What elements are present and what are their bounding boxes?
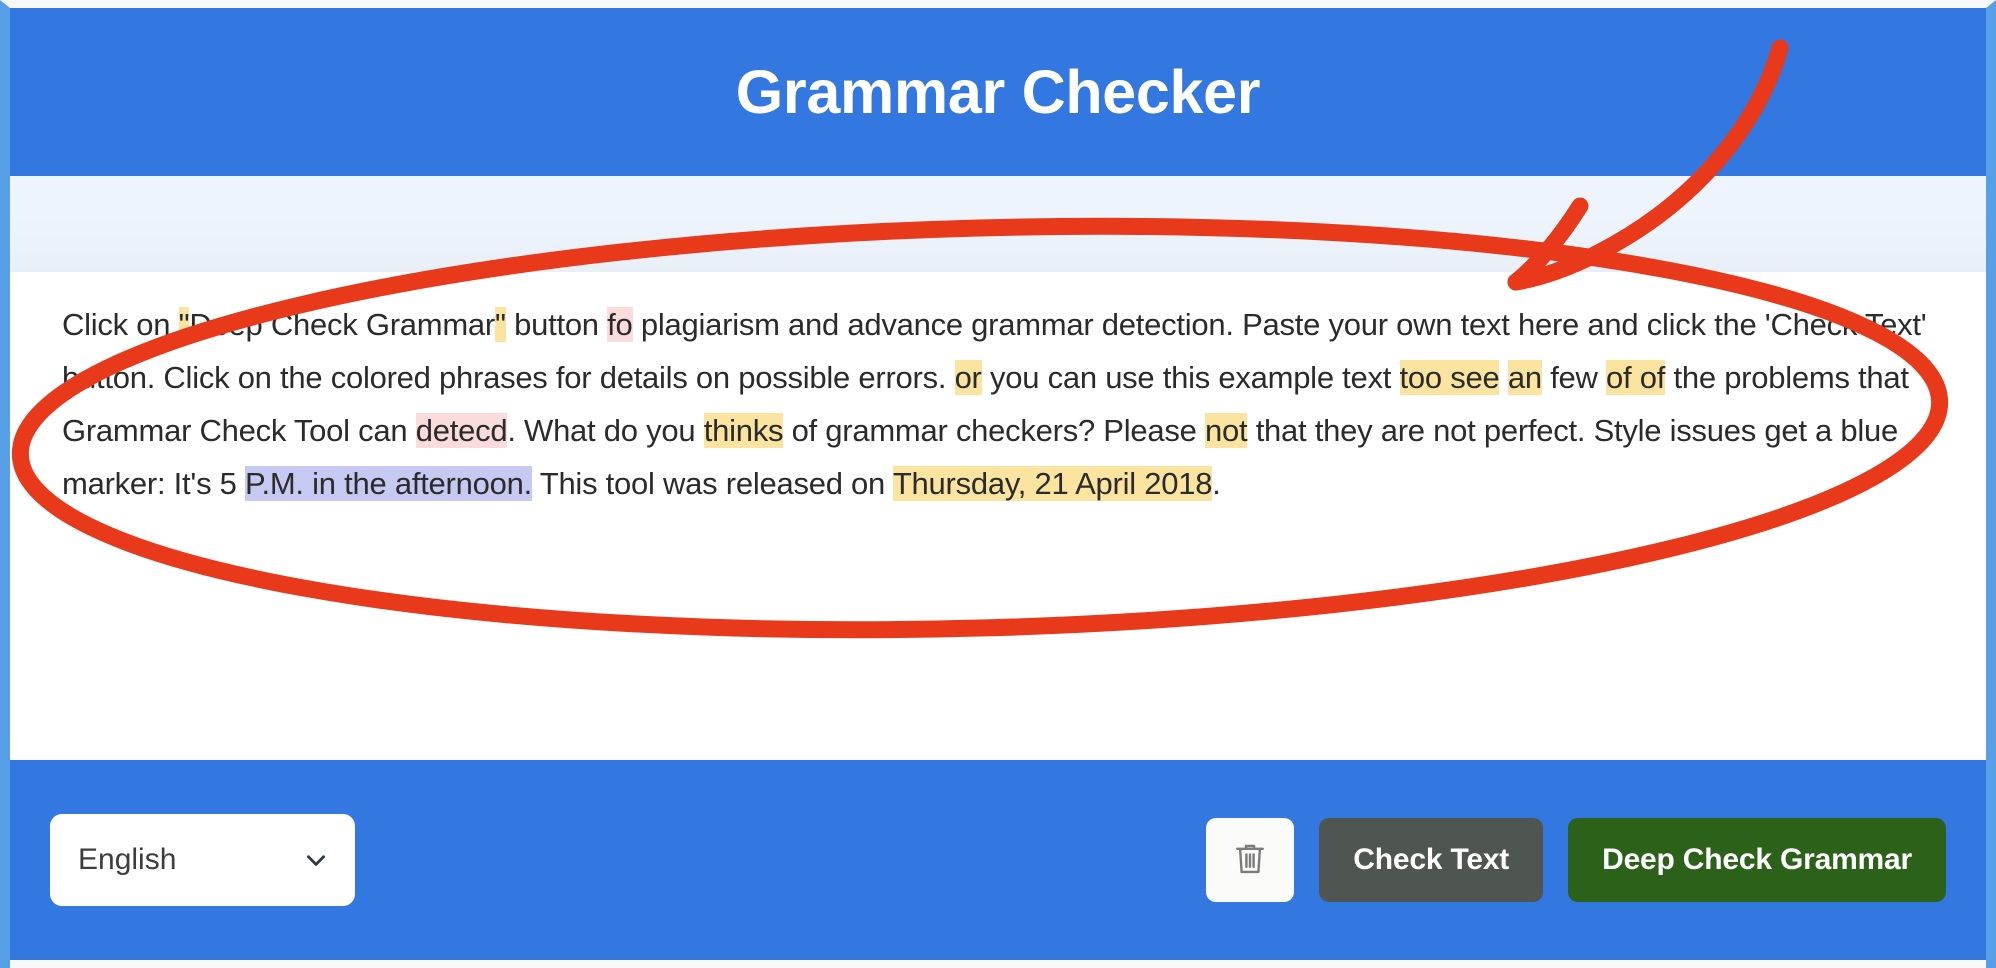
app-footer: English Check Text Deep Check Grammar <box>10 760 1986 960</box>
language-select-value: English <box>78 843 177 876</box>
grammar-checker-app: Grammar Checker Click on "Deep Check Gra… <box>0 0 1996 968</box>
chevron-down-icon <box>303 847 329 873</box>
editor-text-run: Click on <box>62 307 179 342</box>
editor-text-run: few <box>1541 360 1607 395</box>
editor-text-run: . <box>1212 466 1221 501</box>
editor-text-run: button <box>505 307 608 342</box>
editor-toolbar-strip <box>10 176 1986 272</box>
check-text-button[interactable]: Check Text <box>1319 818 1544 902</box>
highlighted-phrase[interactable]: P.M. in the afternoon. <box>245 466 532 501</box>
editor-text-run: of grammar checkers? Please <box>783 413 1205 448</box>
highlighted-phrase[interactable]: or <box>954 360 982 395</box>
highlighted-phrase[interactable]: too see <box>1399 360 1500 395</box>
language-select[interactable]: English <box>50 814 355 906</box>
highlighted-phrase[interactable]: " <box>178 307 190 342</box>
page-title: Grammar Checker <box>735 58 1261 126</box>
editor-text-content[interactable]: Click on "Deep Check Grammar" button fo … <box>62 298 1934 510</box>
highlighted-phrase[interactable]: Thursday, 21 April 2018 <box>892 466 1212 501</box>
editor-text-run <box>1499 360 1507 395</box>
editor-text-run: Deep Check Grammar <box>189 307 495 342</box>
editor-text-run: you can use this example text <box>981 360 1400 395</box>
highlighted-phrase[interactable]: fo <box>607 307 633 342</box>
editor-text-run: This tool was released on <box>531 466 893 501</box>
highlighted-phrase[interactable]: of of <box>1606 360 1665 395</box>
highlighted-phrase[interactable]: detecd <box>415 413 508 448</box>
highlighted-phrase[interactable]: " <box>494 307 506 342</box>
highlighted-phrase[interactable]: thinks <box>703 413 783 448</box>
highlighted-phrase[interactable]: not <box>1204 413 1248 448</box>
text-editor-area[interactable]: Click on "Deep Check Grammar" button fo … <box>10 272 1986 760</box>
trash-icon <box>1232 839 1268 882</box>
footer-action-buttons: Check Text Deep Check Grammar <box>1206 818 1946 902</box>
deep-check-grammar-button[interactable]: Deep Check Grammar <box>1568 818 1946 902</box>
editor-text-run: . What do you <box>507 413 704 448</box>
clear-text-button[interactable] <box>1206 818 1295 902</box>
app-header: Grammar Checker <box>10 8 1986 176</box>
highlighted-phrase[interactable]: an <box>1507 360 1542 395</box>
